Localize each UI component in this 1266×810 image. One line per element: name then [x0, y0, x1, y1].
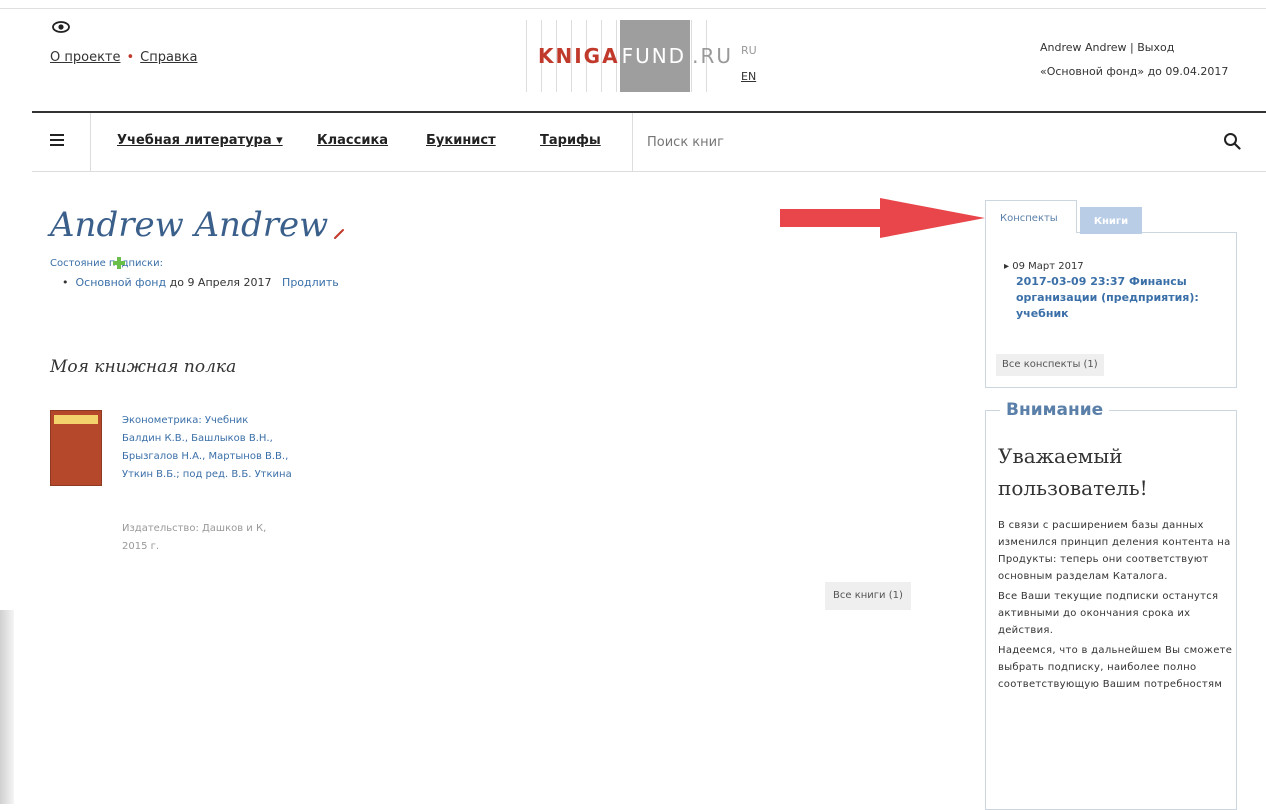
nav-item-textbooks[interactable]: Учебная литература ▾	[117, 133, 283, 148]
attention-heading: Уважаемый пользователь!	[998, 444, 1148, 500]
lang-ru[interactable]: RU	[741, 38, 757, 64]
logo-part-kniga: KNIGA	[538, 44, 620, 68]
search-input[interactable]	[645, 124, 1209, 160]
site-logo[interactable]: KNIGA FUND .RU	[526, 20, 733, 92]
red-arrow-annotation	[780, 198, 985, 238]
top-links: О проекте • Справка	[50, 50, 197, 65]
separator-dot: •	[126, 50, 135, 65]
subscription-status-line: «Основной фонд» до 09.04.2017	[1040, 65, 1229, 78]
lang-en[interactable]: EN	[741, 64, 757, 90]
attention-title: Внимание	[1000, 400, 1110, 420]
book-meta: Издательство: Дашков и К, 2015 г.	[122, 520, 302, 556]
search-icon[interactable]	[1223, 132, 1241, 150]
note-title-link[interactable]: 2017-03-09 23:37 Финансы организации (пр…	[1016, 274, 1226, 322]
book-publisher: Издательство: Дашков и К,	[122, 523, 267, 534]
note-date-text: 09 Март 2017	[1012, 261, 1084, 272]
subscription-item: • Основной фонд до 9 Апреля 2017 Продлит…	[62, 276, 339, 289]
help-link[interactable]: Справка	[140, 50, 197, 65]
subscription-state-label: Состояние подписки:	[50, 258, 163, 269]
user-info: Andrew Andrew | Выход «Основной фонд» до…	[1040, 36, 1228, 84]
subscription-link[interactable]: Основной фонд	[75, 276, 166, 289]
attention-text: В связи с расширением базы данных измени…	[998, 517, 1234, 696]
eye-icon[interactable]	[52, 21, 70, 33]
logo-part-fund: FUND	[619, 20, 691, 92]
book-cover-strip	[54, 415, 98, 424]
renew-link[interactable]: Продлить	[282, 276, 339, 289]
all-notes-button[interactable]: Все конспекты (1)	[996, 354, 1104, 376]
logo-text: KNIGA FUND .RU	[526, 20, 733, 92]
top-border	[0, 0, 1266, 9]
nav-divider	[90, 113, 91, 172]
book-authors-link[interactable]: Балдин К.В., Башлыков В.Н., Брызгалов Н.…	[122, 430, 302, 484]
attention-paragraph: В связи с расширением базы данных измени…	[998, 520, 1231, 582]
bullet: •	[62, 276, 76, 289]
user-logout-line[interactable]: Andrew Andrew | Выход	[1040, 36, 1228, 60]
tab-books[interactable]: Книги	[1080, 207, 1142, 234]
all-books-button[interactable]: Все книги (1)	[825, 582, 911, 610]
shelf-title: Моя книжная полка	[50, 357, 237, 377]
attention-paragraph: Надеемся, что в дальнейшем Вы сможете вы…	[998, 645, 1233, 690]
nav-item-classics[interactable]: Классика	[317, 133, 388, 148]
language-switcher: RU EN	[741, 38, 757, 90]
book-title-link[interactable]: Эконометрика: Учебник	[122, 412, 302, 430]
plus-icon[interactable]	[112, 256, 126, 270]
tab-notes[interactable]: Конспекты	[985, 200, 1077, 233]
book-year: 2015 г.	[122, 541, 160, 552]
logo-part-ru: .RU	[692, 44, 733, 68]
menu-icon[interactable]	[50, 134, 64, 146]
about-link[interactable]: О проекте	[50, 50, 121, 65]
subscription-until: до 9 Апреля 2017	[166, 276, 272, 289]
window-edge-shadow	[0, 610, 14, 804]
attention-paragraph: Все Ваши текущие подписки останутся акти…	[998, 591, 1219, 636]
nav-item-antiquarian[interactable]: Букинист	[426, 133, 496, 148]
nav-item-tariffs[interactable]: Тарифы	[540, 133, 601, 148]
book-cover[interactable]	[50, 410, 102, 486]
nav-divider	[632, 113, 633, 172]
profile-name: Andrew Andrew	[50, 205, 329, 245]
edit-icon[interactable]	[333, 228, 345, 240]
book-info: Эконометрика: Учебник Балдин К.В., Башлы…	[122, 412, 302, 484]
note-date: ▸ 09 Март 2017	[1004, 261, 1084, 272]
